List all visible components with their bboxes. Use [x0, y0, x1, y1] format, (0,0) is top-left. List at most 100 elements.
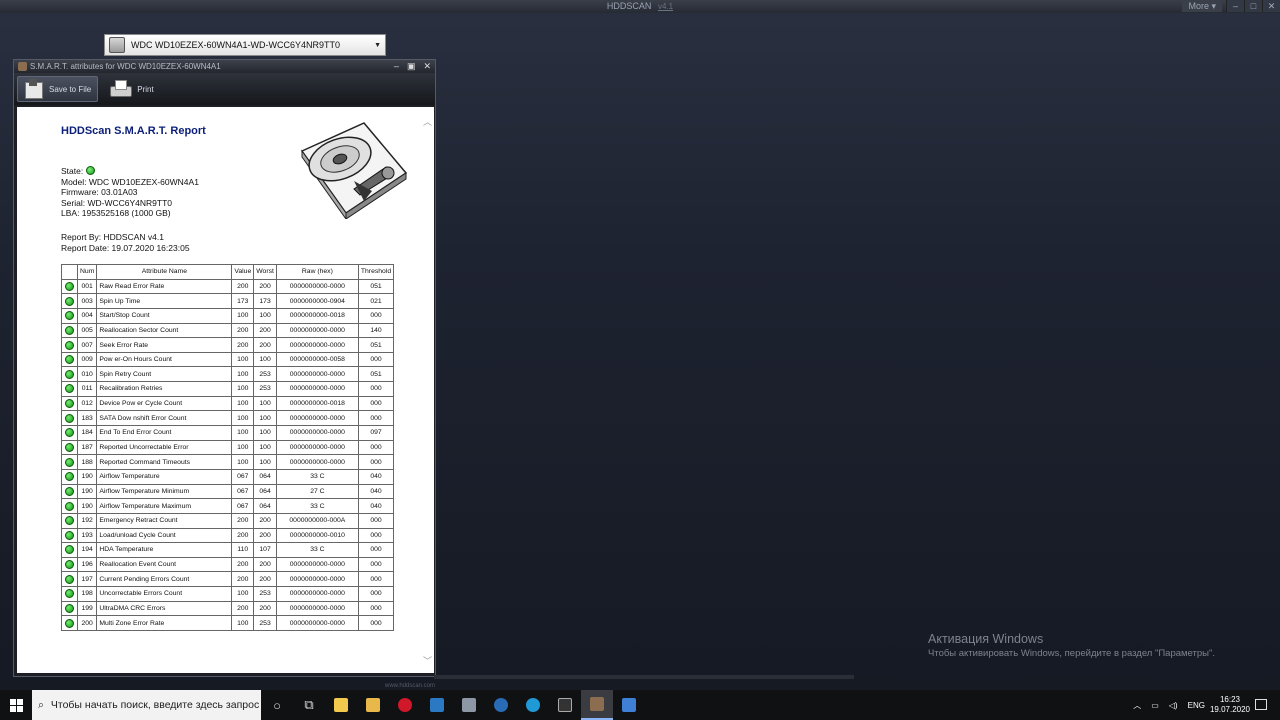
attr-name: Reallocation Event Count	[96, 556, 233, 573]
attr-num: 198	[76, 586, 98, 602]
task-view-icon[interactable]: ⧉	[293, 690, 325, 720]
attr-value: 100	[231, 381, 255, 397]
steam-icon[interactable]	[485, 690, 517, 720]
epic-games-icon[interactable]	[549, 690, 581, 720]
print-label: Print	[137, 84, 154, 94]
attr-threshold: 000	[357, 527, 395, 544]
attr-num: 199	[76, 600, 98, 617]
app-icon-circle[interactable]	[517, 690, 549, 720]
attr-raw: 0000000000-0000	[275, 425, 359, 441]
attr-raw: 0000000000-0010	[275, 527, 359, 544]
report-meta: Report By: HDDSCAN v4.1 Report Date: 19.…	[61, 232, 190, 253]
table-row: 001 Raw Read Error Rate 200 200 0000000000-0…	[61, 278, 395, 295]
attr-threshold: 000	[357, 571, 395, 588]
smart-report[interactable]: ︿ ﹀ HDDScan S.M.A.R.T. Report State: Mod…	[17, 107, 434, 673]
smart-attributes-table: Num Attribute Name Value Worst Raw (hex) Thre…	[61, 264, 395, 632]
hard-drive-illustration	[300, 122, 408, 219]
file-explorer-icon[interactable]	[325, 690, 357, 720]
status-ok-icon	[61, 571, 78, 588]
attr-raw: 0000000000-0000	[275, 278, 359, 295]
save-to-file-button[interactable]: Save to File	[17, 76, 99, 102]
attr-worst: 100	[253, 410, 277, 427]
attr-value: 200	[231, 556, 255, 573]
attr-name: SATA Dow nshift Error Count	[96, 410, 233, 427]
smart-close-button[interactable]: ✕	[423, 60, 431, 73]
report-title: HDDScan S.M.A.R.T. Report	[61, 125, 206, 137]
attr-threshold: 040	[357, 483, 395, 500]
attr-worst: 253	[253, 381, 277, 397]
attr-num: 004	[76, 307, 98, 324]
attr-worst: 253	[253, 586, 277, 602]
attr-worst: 100	[253, 307, 277, 324]
column-header: Attribute Name	[96, 264, 233, 280]
status-ok-icon	[61, 366, 78, 383]
table-row: 192 Emergency Retract Count 200 200 00000000…	[61, 512, 395, 529]
start-button[interactable]	[0, 690, 32, 720]
table-row: 183 SATA Dow nshift Error Count 100 100 0000…	[61, 410, 395, 427]
status-ok-icon	[61, 542, 78, 558]
taskbar-search[interactable]: ⌕ Чтобы начать поиск, введите здесь запр…	[32, 690, 261, 720]
status-ok-icon	[61, 615, 78, 632]
smart-maximize-button[interactable]: ▣	[407, 60, 416, 73]
notification-icon[interactable]	[1255, 699, 1267, 710]
status-ok-icon	[61, 410, 78, 427]
attr-threshold: 000	[357, 542, 395, 558]
status-ok-icon	[61, 527, 78, 544]
maximize-button[interactable]: □	[1244, 0, 1262, 12]
attr-num: 200	[76, 615, 98, 632]
attr-value: 100	[231, 615, 255, 632]
table-row: 193 Load/unload Cycle Count 200 200 00000000…	[61, 527, 395, 544]
print-button[interactable]: Print	[104, 76, 159, 102]
attr-worst: 100	[253, 439, 277, 456]
chevron-down-icon[interactable]: ▼	[374, 42, 381, 49]
drive-select-value: WDC WD10EZEX-60WN4A1-WD-WCC6Y4NR9TT0	[131, 40, 341, 50]
attr-worst: 200	[253, 337, 277, 353]
smart-toolbar: Save to File Print	[14, 73, 435, 105]
report-lba: LBA: 1953525168 (1000 GB)	[61, 208, 171, 219]
volume-icon[interactable]: ◁)	[1169, 701, 1178, 710]
table-row: 199 UltraDMA CRC Errors 200 200 0000000000-0…	[61, 600, 395, 617]
close-button[interactable]: ✕	[1262, 0, 1280, 12]
scroll-up-icon[interactable]: ︿	[423, 115, 432, 128]
status-ok-icon	[61, 351, 78, 368]
printer-icon	[110, 79, 133, 99]
tray-chevron-icon[interactable]: ︿	[1133, 700, 1141, 711]
status-ok-icon	[61, 468, 78, 485]
attr-raw: 0000000000-0000	[275, 410, 359, 427]
calculator-icon[interactable]	[613, 690, 645, 720]
column-header: Threshold	[357, 264, 395, 280]
attr-threshold: 000	[357, 454, 395, 470]
minimize-button[interactable]: –	[1226, 0, 1244, 12]
store-icon[interactable]	[357, 690, 389, 720]
scroll-down-icon[interactable]: ﹀	[423, 654, 432, 667]
table-row: 194 HDA Temperature 110 107 33 C 000	[61, 542, 395, 558]
horizontal-scrollbar[interactable]	[434, 675, 854, 679]
status-ok-icon	[61, 454, 78, 470]
attr-raw: 33 C	[275, 542, 359, 558]
app-icon-gray[interactable]	[453, 690, 485, 720]
network-icon[interactable]: ▭	[1151, 701, 1159, 710]
smart-minimize-button[interactable]: –	[394, 60, 399, 73]
table-row: 190 Airflow Temperature 067 064 33 C 040	[61, 468, 395, 485]
attr-name: End To End Error Count	[96, 425, 233, 441]
table-header-row: Num Attribute Name Value Worst Raw (hex) Thre…	[61, 264, 395, 280]
attr-raw: 33 C	[275, 498, 359, 514]
clock[interactable]: 16:23 19.07.2020	[1210, 695, 1250, 715]
app-footer-url: www.hddscan.com	[385, 683, 436, 689]
hddscan-taskbar-icon[interactable]	[581, 690, 613, 720]
attr-value: 173	[231, 293, 255, 309]
attr-num: 010	[76, 366, 98, 383]
drive-select[interactable]: WDC WD10EZEX-60WN4A1-WD-WCC6Y4NR9TT0 ▼	[104, 34, 386, 56]
more-menu-button[interactable]: More ▾	[1182, 0, 1222, 12]
cortana-icon[interactable]: ○	[261, 690, 293, 720]
table-row: 196 Reallocation Event Count 200 200 0000000…	[61, 556, 395, 573]
language-indicator[interactable]: ENG	[1188, 701, 1205, 710]
attr-name: Reallocation Sector Count	[96, 322, 233, 339]
app-icon-blue[interactable]	[421, 690, 453, 720]
attr-worst: 200	[253, 278, 277, 295]
opera-icon[interactable]	[389, 690, 421, 720]
activation-text: Чтобы активировать Windows, перейдите в …	[928, 648, 1215, 659]
attr-raw: 0000000000-0000	[275, 439, 359, 456]
smart-window-titlebar[interactable]: S.M.A.R.T. attributes for WDC WD10EZEX-6…	[14, 60, 435, 73]
attr-name: Reported Command Timeouts	[96, 454, 233, 470]
